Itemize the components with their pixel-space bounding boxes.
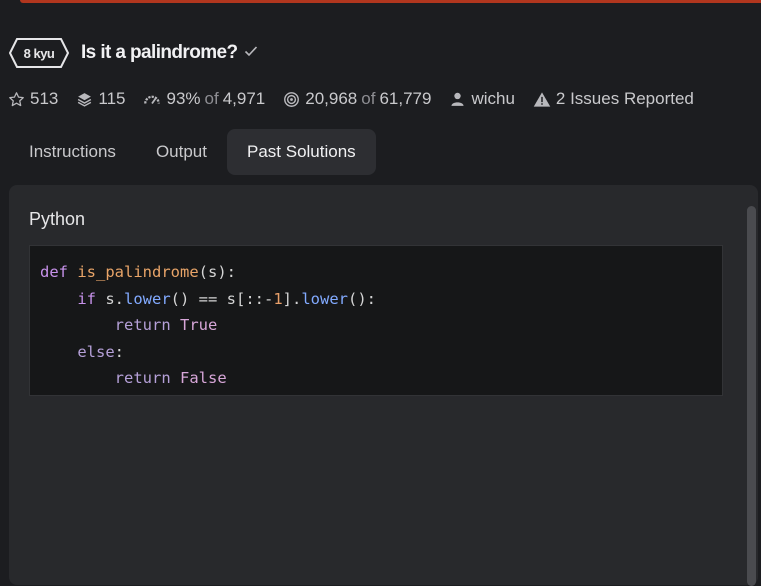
attempts-count: 61,779 (379, 89, 432, 108)
author-name: wichu (471, 89, 515, 108)
collections-count: 115 (98, 89, 126, 108)
code-block[interactable]: def is_palindrome(s): if s.lower() == s[… (29, 245, 723, 396)
star-icon (8, 91, 25, 108)
tab-instructions[interactable]: Instructions (9, 129, 136, 175)
panel-scrollbar[interactable] (747, 206, 756, 586)
gauge-icon (143, 92, 161, 106)
user-icon (449, 91, 466, 108)
code-line-2: if s.lower() == s[::-1].lower(): (77, 289, 377, 308)
satisfaction-rate: 93% (166, 89, 201, 108)
code-line-4: else: (77, 342, 124, 361)
layers-icon (76, 91, 93, 108)
stars-stat[interactable]: 513 (8, 89, 58, 109)
kata-header: 8 kyu Is it a palindrome? (9, 37, 258, 69)
completed-of: of (361, 89, 376, 108)
satisfaction-stat: 93% of 4,971 (143, 89, 265, 109)
past-solutions-panel: Python def is_palindrome(s): if s.lower(… (9, 185, 758, 586)
top-accent-bar (20, 0, 761, 3)
tab-past-solutions[interactable]: Past Solutions (226, 129, 376, 175)
warning-icon (533, 91, 551, 108)
stars-count: 513 (30, 89, 59, 108)
collections-stat[interactable]: 115 (76, 89, 125, 109)
code-line-1: def is_palindrome(s): (40, 263, 236, 281)
target-icon (283, 91, 300, 108)
kata-stats: 513 115 93% of 4,971 20,968 of 61,779 wi… (8, 88, 712, 110)
code-line-3: return True (114, 316, 218, 334)
issues-label: 2 Issues Reported (555, 89, 694, 108)
satisfaction-votes: 4,971 (222, 89, 266, 108)
rank-label: 8 kyu (23, 45, 55, 61)
completed-count: 20,968 (305, 89, 358, 108)
solution-language: Python (29, 209, 86, 229)
tab-output[interactable]: Output (136, 129, 227, 175)
rank-badge: 8 kyu (9, 38, 69, 68)
author-stat[interactable]: wichu (449, 89, 515, 109)
kata-title[interactable]: Is it a palindrome? (81, 42, 238, 64)
completed-stat: 20,968 of 61,779 (283, 89, 431, 109)
issues-stat[interactable]: 2 Issues Reported (533, 89, 694, 109)
solution-code: def is_palindrome(s): if s.lower() == s[… (30, 246, 722, 392)
kata-tabs: Instructions Output Past Solutions (9, 129, 376, 175)
satisfaction-of: of (204, 89, 219, 108)
code-line-5: return False (114, 369, 227, 387)
checkmark-icon (244, 45, 258, 57)
